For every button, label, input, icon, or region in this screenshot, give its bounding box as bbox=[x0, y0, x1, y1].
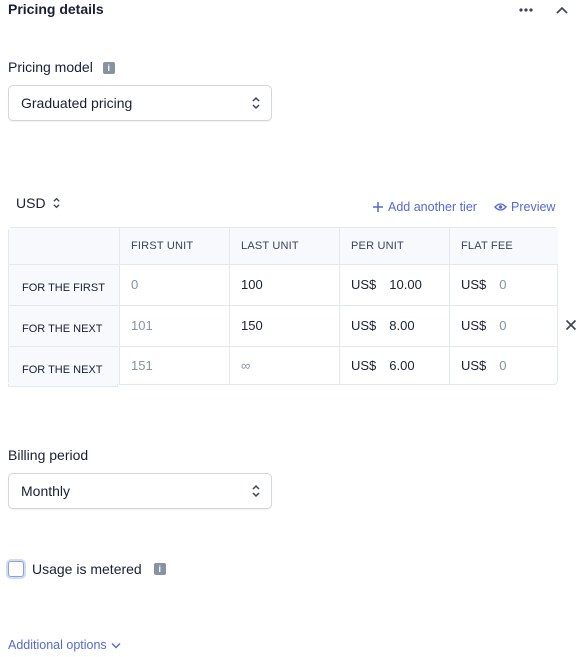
flat-fee-input[interactable]: US$ 0 bbox=[449, 305, 559, 346]
first-unit-input: 151 bbox=[131, 358, 153, 373]
add-tier-label: Add another tier bbox=[388, 200, 477, 214]
metered-checkbox[interactable] bbox=[8, 561, 24, 577]
flat-fee-value: 0 bbox=[499, 277, 507, 292]
first-unit-input[interactable]: 0 bbox=[119, 264, 229, 305]
row-label: FOR THE NEXT bbox=[22, 322, 103, 335]
chevron-down-icon bbox=[111, 642, 121, 648]
flat-fee-input[interactable]: US$ 0 bbox=[449, 346, 559, 385]
flat-fee-value: 0 bbox=[499, 318, 507, 333]
currency-prefix: US$ bbox=[461, 318, 487, 333]
add-tier-button[interactable]: Add another tier bbox=[372, 200, 477, 214]
additional-options-link[interactable]: Additional options bbox=[8, 638, 121, 652]
last-unit-input[interactable]: 150 bbox=[229, 305, 339, 346]
preview-button[interactable]: Preview bbox=[494, 200, 555, 214]
per-unit-input[interactable]: US$ 8.00 bbox=[339, 305, 449, 346]
header-first-unit: FIRST UNIT bbox=[131, 240, 194, 252]
additional-options-label: Additional options bbox=[8, 638, 107, 652]
label-column-tail bbox=[8, 384, 118, 387]
row-label: FOR THE FIRST bbox=[22, 281, 105, 294]
currency-prefix: US$ bbox=[461, 358, 487, 373]
per-unit-value: 8.00 bbox=[389, 318, 415, 333]
eye-icon bbox=[494, 203, 507, 211]
currency-value: USD bbox=[16, 195, 46, 211]
per-unit-input[interactable]: US$ 6.00 bbox=[339, 346, 449, 385]
currency-prefix: US$ bbox=[351, 318, 377, 333]
header-flat-fee: FLAT FEE bbox=[461, 240, 513, 252]
flat-fee-value: 0 bbox=[499, 358, 507, 373]
billing-period-label: Billing period bbox=[8, 447, 89, 463]
metered-row: Usage is metered i bbox=[8, 561, 166, 577]
last-unit-input[interactable]: ∞ bbox=[229, 346, 339, 385]
plus-icon bbox=[373, 202, 383, 212]
per-unit-value: 6.00 bbox=[389, 358, 415, 373]
chevron-up-icon[interactable] bbox=[552, 0, 572, 20]
billing-period-value: Monthly bbox=[21, 483, 71, 499]
currency-select[interactable]: USD bbox=[16, 195, 61, 211]
metered-label[interactable]: Usage is metered bbox=[32, 561, 142, 577]
last-unit-input[interactable]: 100 bbox=[229, 264, 339, 305]
billing-period-select[interactable]: Monthly bbox=[8, 473, 272, 509]
currency-prefix: US$ bbox=[461, 277, 487, 292]
section-title: Pricing details bbox=[8, 1, 104, 17]
more-icon[interactable] bbox=[516, 0, 536, 20]
header-per-unit: PER UNIT bbox=[351, 240, 404, 252]
pricing-model-value: Graduated pricing bbox=[21, 95, 133, 111]
preview-label: Preview bbox=[511, 200, 556, 214]
info-icon[interactable]: i bbox=[153, 563, 166, 575]
first-unit-input: 101 bbox=[131, 318, 153, 333]
info-icon[interactable]: i bbox=[102, 62, 115, 75]
tiers-table: FIRST UNIT LAST UNIT PER UNIT FLAT FEE F… bbox=[8, 227, 558, 385]
header-last-unit: LAST UNIT bbox=[241, 240, 299, 252]
flat-fee-input[interactable]: US$ 0 bbox=[449, 264, 559, 305]
per-unit-input[interactable]: US$ 10.00 bbox=[339, 264, 449, 305]
per-unit-value: 10.00 bbox=[389, 277, 422, 292]
pricing-model-label: Pricing model i bbox=[8, 59, 115, 75]
select-chevron-icon bbox=[252, 484, 260, 498]
row-label: FOR THE NEXT bbox=[22, 363, 103, 376]
currency-prefix: US$ bbox=[351, 358, 377, 373]
close-icon[interactable] bbox=[565, 318, 578, 331]
currency-prefix: US$ bbox=[351, 277, 377, 292]
currency-chevron-icon bbox=[52, 197, 60, 209]
pricing-model-select[interactable]: Graduated pricing bbox=[8, 85, 272, 121]
select-chevron-icon bbox=[252, 96, 260, 110]
